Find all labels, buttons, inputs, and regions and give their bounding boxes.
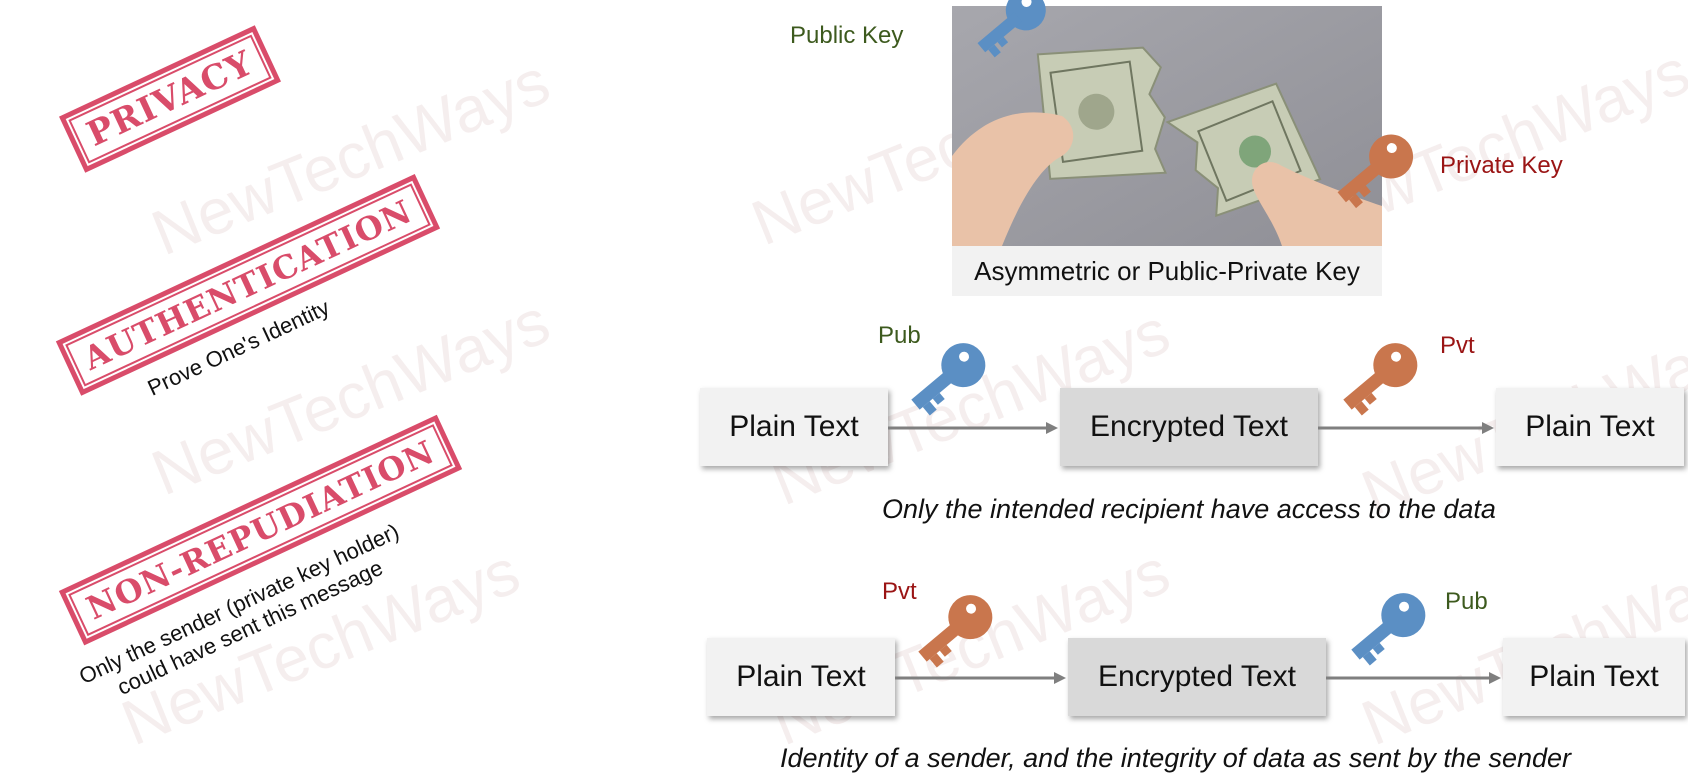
flow1-plain-text-box-result: Plain Text: [1496, 388, 1684, 466]
privacy-stamp: PRIVACY: [59, 25, 282, 173]
flow2-key2-label: Pub: [1445, 588, 1488, 615]
flow1-caption: Only the intended recipient have access …: [882, 494, 1496, 524]
flow1-key2-label: Pvt: [1440, 332, 1475, 359]
flow2-plain-text-box-result: Plain Text: [1503, 638, 1685, 716]
orange-key-icon: [1343, 343, 1418, 416]
flow2-caption: Identity of a sender, and the integrity …: [780, 743, 1572, 773]
arrow-icon: [1318, 422, 1494, 434]
orange-key-icon: [1337, 134, 1414, 209]
orange-key-icon: [918, 595, 993, 668]
image-caption: Asymmetric or Public-Private Key: [952, 246, 1382, 296]
blue-key-icon: [911, 343, 986, 416]
authentication-stamp: AUTHENTICATION: [55, 174, 440, 396]
private-key-label: Private Key: [1440, 152, 1563, 179]
public-key-label: Public Key: [790, 22, 904, 49]
flow1-encrypted-text-box: Encrypted Text: [1060, 388, 1318, 466]
arrow-icon: [888, 422, 1058, 434]
blue-key-icon: [977, 0, 1046, 58]
arrow-icon: [1326, 672, 1501, 684]
flow1-plain-text-box: Plain Text: [700, 388, 888, 466]
flow2-encrypted-text-box: Encrypted Text: [1068, 638, 1326, 716]
arrow-icon: [895, 672, 1066, 684]
flow2-plain-text-box: Plain Text: [707, 638, 895, 716]
blue-key-icon: [1351, 593, 1426, 666]
